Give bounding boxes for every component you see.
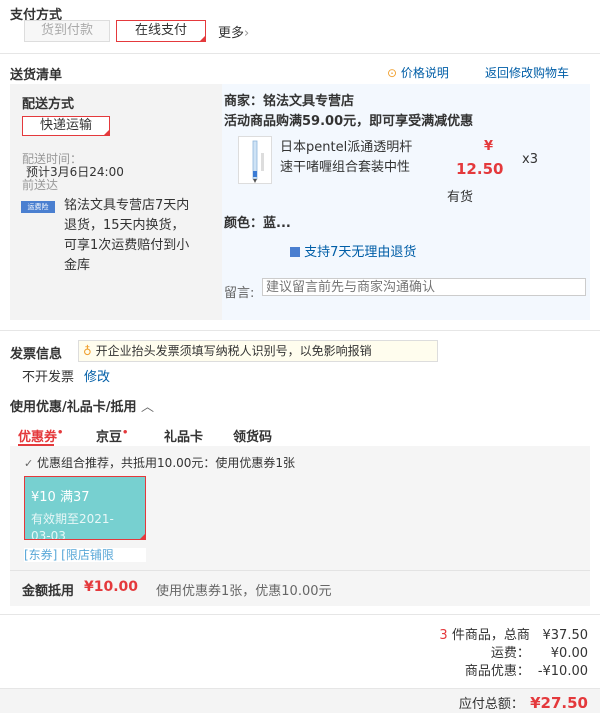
coupon-panel-divider — [10, 570, 590, 571]
remark-label: 留言: — [224, 286, 255, 301]
return-policy-label: 支持7天无理由退货 — [304, 245, 417, 260]
freight-row: 运费： ¥0.00 — [491, 642, 588, 661]
goods-count: 3 — [439, 628, 448, 643]
tab-coupon-label: 优惠券 — [18, 430, 58, 445]
chevron-right-icon: › — [244, 26, 250, 41]
discount-title[interactable]: 使用优惠/礼品卡/抵用 ︿ — [10, 396, 154, 415]
delivery-method-label: 快递运输 — [39, 118, 92, 133]
product-thumbnail[interactable] — [238, 136, 272, 184]
discount-title-label: 使用优惠/礼品卡/抵用 — [10, 400, 137, 415]
delivery-time-suffix: 前送达 — [22, 178, 59, 192]
section-divider — [0, 614, 600, 615]
stock-status: 有货 — [447, 190, 474, 205]
goods-discount-value: -¥10.00 — [537, 664, 588, 679]
pay-option-online-label: 在线支付 — [134, 23, 187, 38]
chevron-up-icon: ︿ — [141, 400, 155, 415]
product-price-symbol: ¥ — [484, 139, 494, 154]
goods-discount-label: 商品优惠： — [464, 664, 530, 679]
coupon-validity-2: 03-03 — [31, 529, 66, 540]
info-icon: ⊙ — [387, 66, 398, 80]
goods-total-row: 3 件商品，总商 ¥37.50 — [439, 624, 588, 643]
selected-corner-icon — [199, 35, 206, 42]
shipping-box: 配送方式 快递运输 配送时间： 预计3月6日24:00 前送达 运费险 铭法文具… — [10, 84, 590, 320]
tab-jingdou[interactable]: 京豆• — [96, 426, 128, 445]
coupon-card[interactable]: ¥10 满37 有效期至2021- 03-03 — [24, 476, 146, 540]
coupon-amount: ¥10 满37 — [31, 490, 90, 505]
product-color-label: 颜色：蓝... — [224, 216, 291, 231]
combo-recommend-text: 优惠组合推荐，共抵用10.00元：使用优惠券1张 — [37, 456, 296, 470]
selected-corner-icon — [139, 533, 145, 539]
invoice-title: 发票信息 — [10, 347, 63, 362]
coupon-tags: [东券] [限店铺限 — [24, 548, 146, 562]
tab-jingdou-label: 京豆 — [96, 430, 123, 445]
invoice-tip: ♁ 开企业抬头发票须填写纳税人识别号，以免影响报销 — [78, 340, 438, 362]
invoice-edit-link[interactable]: 修改 — [84, 366, 110, 385]
tab-gift-card[interactable]: 礼品卡 — [164, 426, 203, 445]
freight-label: 运费： — [490, 646, 530, 661]
tab-coupon[interactable]: 优惠券• — [18, 426, 63, 445]
selected-corner-icon — [103, 129, 110, 136]
goods-discount-row: 商品优惠： -¥10.00 — [465, 660, 588, 679]
freight-value: ¥0.00 — [550, 646, 588, 661]
section-divider — [0, 53, 600, 54]
back-to-cart-link[interactable]: 返回修改购物车 — [485, 64, 569, 81]
remark-input[interactable] — [262, 278, 586, 296]
product-name-link[interactable]: 日本pentel派通透明杆速干啫喱组合套装中性 — [280, 138, 424, 178]
tab-coupon-dot: • — [57, 427, 64, 439]
invoice-tip-text: 开企业抬头发票须填写纳税人识别号，以免影响报销 — [95, 344, 372, 358]
merchant-panel: 商家：铭法文具专营店 活动商品购满59.00元，即可享受满减优惠 日本pente… — [222, 84, 590, 320]
after-sale-service-text: 铭法文具专营店7天内退货，15天内换货，可享1次运费赔付到小金库 — [64, 198, 190, 273]
goods-count-label: 件商品，总商 — [451, 628, 530, 643]
invoice-value: 不开发票 — [22, 370, 75, 385]
deduct-value: ¥10.00 — [84, 579, 139, 595]
pen-icon — [252, 140, 264, 183]
delivery-method-option[interactable]: 快递运输 — [22, 116, 110, 136]
pay-option-online[interactable]: 在线支付 — [116, 20, 206, 42]
price-note-label: 价格说明 — [400, 66, 449, 80]
delivery-method-title: 配送方式 — [22, 97, 75, 112]
return-policy[interactable]: 支持7天无理由退货 — [290, 241, 416, 260]
pay-more-link[interactable]: 更多› — [218, 22, 249, 41]
location-pin-icon: ♁ — [83, 344, 92, 358]
goods-total-value: ¥37.50 — [542, 628, 589, 643]
product-quantity: x3 — [522, 152, 538, 167]
payable-row: 应付总额： ¥27.50 — [459, 693, 588, 712]
deduct-label: 金额抵用 — [22, 584, 75, 599]
promo-text: 活动商品购满59.00元，即可享受满减优惠 — [224, 114, 474, 129]
price-note-link[interactable]: ⊙ 价格说明 — [387, 64, 449, 81]
payable-label: 应付总额： — [458, 697, 524, 712]
section-divider — [0, 330, 600, 331]
shipping-list-title: 送货清单 — [10, 68, 63, 83]
freight-insurance-icon: 运费险 — [21, 201, 55, 213]
product-price: 12.50 — [456, 160, 504, 178]
pay-more-label: 更多 — [218, 26, 245, 41]
combo-recommend[interactable]: ✓ 优惠组合推荐，共抵用10.00元：使用优惠券1张 — [24, 454, 295, 471]
deduct-desc: 使用优惠券1张，优惠10.00元 — [156, 584, 332, 599]
coupon-validity: 有效期至2021- — [31, 512, 114, 526]
return-policy-icon — [290, 247, 300, 257]
tab-pickup-code[interactable]: 领货码 — [233, 426, 272, 445]
tab-jingdou-dot: • — [122, 427, 129, 439]
product-color: 颜色：蓝... — [224, 212, 291, 231]
payable-value: ¥27.50 — [530, 694, 588, 712]
pay-option-cod[interactable]: 货到付款 — [24, 20, 110, 42]
checkbox-checked-icon: ✓ — [24, 457, 34, 470]
merchant-name: 商家：铭法文具专营店 — [224, 94, 355, 109]
